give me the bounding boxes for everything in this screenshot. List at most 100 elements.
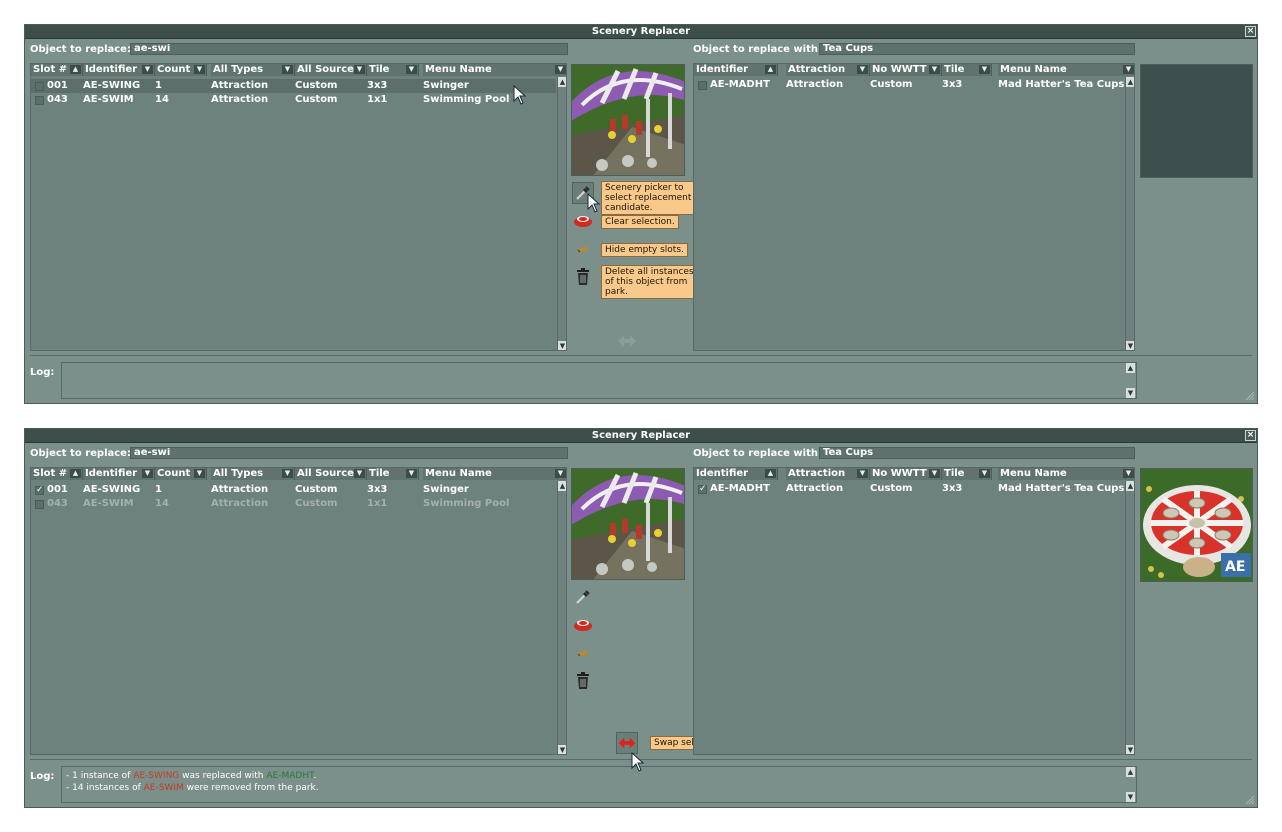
scroll-up-icon[interactable]: ▲ (1126, 363, 1135, 373)
sort-arrow-icon[interactable]: ▼ (282, 469, 293, 478)
sort-arrow-icon[interactable]: ▼ (406, 65, 417, 74)
swap-arrows-icon[interactable] (616, 732, 638, 754)
eraser-icon[interactable] (572, 210, 594, 232)
replacement-list-scrollbar[interactable]: ▲ ▼ (1125, 481, 1134, 754)
eraser-icon[interactable] (572, 614, 594, 636)
scroll-down-icon[interactable]: ▼ (1126, 745, 1134, 754)
table-row[interactable]: ✓ AE-MADHT Attraction Custom 3x3 Mad Hat… (694, 482, 1124, 496)
sort-arrow-icon[interactable]: ▲ (765, 65, 776, 74)
sort-arrow-icon[interactable]: ▼ (929, 469, 940, 478)
eyedropper-icon[interactable] (572, 586, 594, 608)
object-to-replace-input[interactable]: ae-swi (130, 447, 568, 459)
sort-arrow-icon[interactable]: ▼ (142, 65, 153, 74)
resize-grip-icon[interactable] (1245, 391, 1255, 401)
sort-arrow-icon[interactable]: ▼ (929, 65, 940, 74)
column-header-attraction[interactable]: Attraction ▼ (786, 468, 870, 480)
column-header-sources[interactable]: All Sources ▼ (295, 468, 367, 480)
table-row[interactable]: 043 AE-SWIM 14 Attraction Custom 1x1 Swi… (31, 497, 556, 511)
table-row[interactable]: ✓ 001 AE-SWING 1 Attraction Custom 3x3 S… (31, 483, 556, 497)
scroll-down-icon[interactable]: ▼ (1126, 388, 1135, 398)
column-header-identifier[interactable]: Identifier ▼ (83, 64, 155, 76)
trash-icon[interactable] (572, 670, 594, 692)
column-header-tile[interactable]: Tile ▼ (942, 468, 992, 480)
sort-arrow-icon[interactable]: ▼ (857, 469, 868, 478)
sort-arrow-icon[interactable]: ▼ (194, 65, 205, 74)
sort-arrow-icon[interactable]: ▼ (354, 65, 365, 74)
scroll-up-icon[interactable]: ▲ (558, 77, 566, 87)
sort-arrow-icon[interactable]: ▼ (555, 469, 566, 478)
column-header-identifier[interactable]: Identifier ▲ (694, 64, 778, 76)
column-header-count[interactable]: Count ▼ (155, 64, 207, 76)
column-header-tile[interactable]: Tile ▼ (367, 468, 419, 480)
row-checkbox[interactable] (698, 81, 707, 90)
sort-arrow-icon[interactable]: ▼ (555, 65, 566, 74)
source: Custom (295, 80, 338, 91)
slot-list-scrollbar[interactable]: ▲ ▼ (557, 481, 566, 754)
column-header-source[interactable]: No WWTT ▼ (870, 64, 942, 76)
scroll-up-icon[interactable]: ▲ (1126, 481, 1134, 491)
table-row[interactable]: 043 AE-SWIM 14 Attraction Custom 1x1 Swi… (31, 93, 556, 107)
scroll-down-icon[interactable]: ▼ (1126, 792, 1135, 802)
scroll-down-icon[interactable]: ▼ (558, 745, 566, 754)
close-icon[interactable]: × (1245, 26, 1256, 37)
close-icon[interactable]: × (1245, 430, 1256, 441)
column-header-slot[interactable]: Slot # ▲ (31, 468, 83, 480)
clear-tooltip: Clear selection. (601, 215, 679, 229)
slot-list-scrollbar[interactable]: ▲ ▼ (557, 77, 566, 350)
sort-arrow-icon[interactable]: ▲ (70, 469, 81, 478)
hide-slots-icon[interactable] (572, 238, 594, 260)
column-header-attraction[interactable]: Attraction ▼ (786, 64, 870, 76)
log-scrollbar[interactable]: ▲ ▼ (1126, 767, 1136, 802)
trash-icon[interactable] (572, 266, 594, 288)
table-row[interactable]: AE-MADHT Attraction Custom 3x3 Mad Hatte… (694, 78, 1124, 92)
scroll-up-icon[interactable]: ▲ (1126, 77, 1134, 87)
scroll-down-icon[interactable]: ▼ (1126, 341, 1134, 350)
row-checkbox[interactable]: ✓ (35, 486, 44, 495)
column-header-slot[interactable]: Slot # ▲ (31, 64, 83, 76)
column-header-sources[interactable]: All Sources ▼ (295, 64, 367, 76)
sort-arrow-icon[interactable]: ▼ (979, 469, 990, 478)
sort-arrow-icon[interactable]: ▼ (282, 65, 293, 74)
scroll-up-icon[interactable]: ▲ (1126, 767, 1135, 777)
object-to-replace-input[interactable]: ae-swi (130, 43, 568, 55)
sort-arrow-icon[interactable]: ▲ (70, 65, 81, 74)
column-header-source[interactable]: No WWTT ▼ (870, 468, 942, 480)
row-checkbox[interactable] (35, 500, 44, 509)
log-scrollbar[interactable]: ▲ ▼ (1126, 363, 1136, 398)
swap-arrows-icon[interactable] (616, 330, 638, 352)
resize-grip-icon[interactable] (1245, 795, 1255, 805)
column-header-types[interactable]: All Types ▼ (211, 468, 295, 480)
column-header-types[interactable]: All Types ▼ (211, 64, 295, 76)
sort-arrow-icon[interactable]: ▼ (354, 469, 365, 478)
column-header-identifier[interactable]: Identifier ▼ (83, 468, 155, 480)
sort-arrow-icon[interactable]: ▼ (857, 65, 868, 74)
sort-arrow-icon[interactable]: ▼ (1123, 469, 1134, 478)
object-to-replace-with-input[interactable]: Tea Cups (819, 43, 1135, 55)
replacement-list-scrollbar[interactable]: ▲ ▼ (1125, 77, 1134, 350)
scroll-down-icon[interactable]: ▼ (558, 341, 566, 350)
sort-arrow-icon[interactable]: ▼ (979, 65, 990, 74)
column-header-count[interactable]: Count ▼ (155, 468, 207, 480)
identifier: AE-MADHT (710, 483, 770, 494)
hide-slots-icon[interactable] (572, 642, 594, 664)
row-checkbox[interactable] (35, 96, 44, 105)
sort-arrow-icon[interactable]: ▲ (765, 469, 776, 478)
column-header-tile[interactable]: Tile ▼ (942, 64, 992, 76)
window-title: Scenery Replacer (25, 429, 1257, 443)
scroll-up-icon[interactable]: ▲ (558, 481, 566, 491)
column-header-menu-name[interactable]: Menu Name ▼ (998, 64, 1134, 76)
type: Attraction (211, 94, 269, 105)
column-header-tile[interactable]: Tile ▼ (367, 64, 419, 76)
row-checkbox[interactable] (35, 82, 44, 91)
object-to-replace-with-input[interactable]: Tea Cups (819, 447, 1135, 459)
sort-arrow-icon[interactable]: ▼ (406, 469, 417, 478)
column-header-identifier[interactable]: Identifier ▲ (694, 468, 778, 480)
sort-arrow-icon[interactable]: ▼ (142, 469, 153, 478)
column-header-menu-name[interactable]: Menu Name ▼ (423, 468, 566, 480)
column-header-menu-name[interactable]: Menu Name ▼ (423, 64, 566, 76)
table-row[interactable]: 001 AE-SWING 1 Attraction Custom 3x3 Swi… (31, 79, 556, 93)
sort-arrow-icon[interactable]: ▼ (1123, 65, 1134, 74)
row-checkbox[interactable]: ✓ (698, 485, 707, 494)
column-header-menu-name[interactable]: Menu Name ▼ (998, 468, 1134, 480)
sort-arrow-icon[interactable]: ▼ (194, 469, 205, 478)
